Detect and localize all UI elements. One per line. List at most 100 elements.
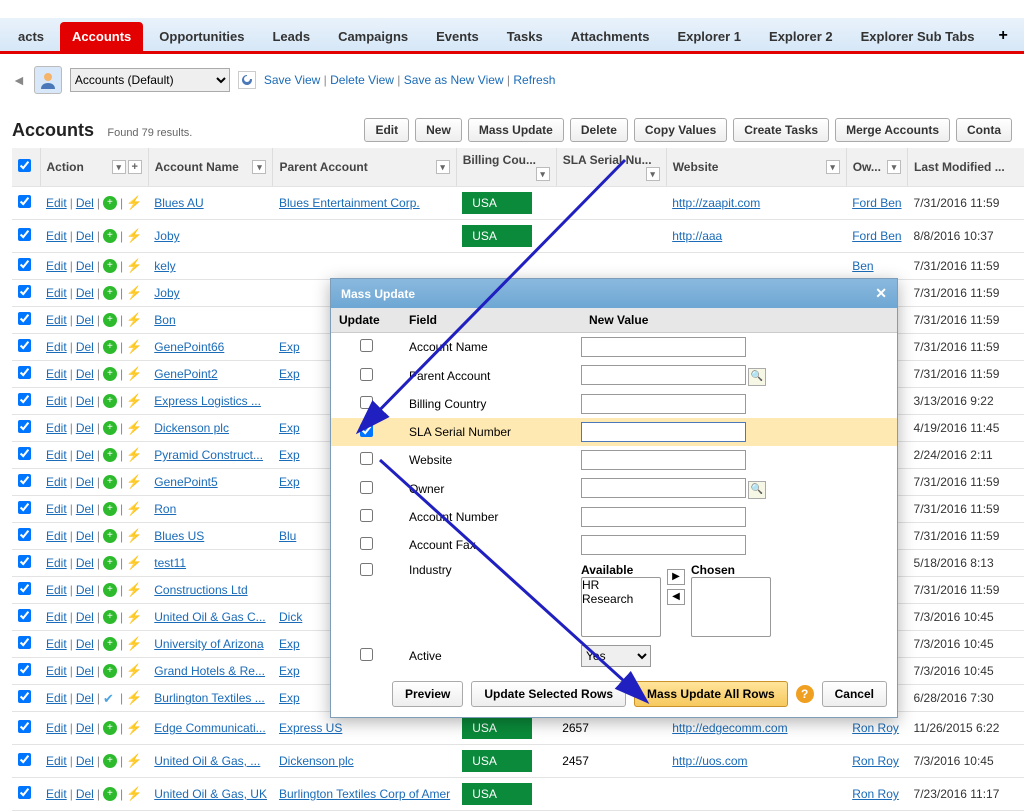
column-menu-icon[interactable]: ▾ xyxy=(436,160,450,174)
quick-action-icon[interactable]: ⚡ xyxy=(126,636,142,652)
chosen-list[interactable] xyxy=(691,577,771,637)
tab-opportunities[interactable]: Opportunities xyxy=(147,22,256,51)
delete-link[interactable]: Del xyxy=(76,340,94,354)
website-link[interactable]: http://aaa xyxy=(672,229,722,243)
account-name-link[interactable]: Ron xyxy=(154,502,176,516)
edit-link[interactable]: Edit xyxy=(46,502,67,516)
quick-action-icon[interactable]: ⚡ xyxy=(126,258,142,274)
tab-events[interactable]: Events xyxy=(424,22,491,51)
edit-link[interactable]: Edit xyxy=(46,556,67,570)
preview-button[interactable]: Preview xyxy=(392,681,463,707)
row-checkbox[interactable] xyxy=(18,753,31,766)
account-name-link[interactable]: kely xyxy=(154,259,175,273)
edit-link[interactable]: Edit xyxy=(46,394,67,408)
edit-link[interactable]: Edit xyxy=(46,229,67,243)
column-header[interactable]: Last Modified ...▾ xyxy=(908,148,1024,187)
quick-action-icon[interactable]: ⚡ xyxy=(126,474,142,490)
add-row-icon[interactable]: + xyxy=(103,448,117,462)
column-header[interactable]: Website▾ xyxy=(666,148,846,187)
delete-link[interactable]: Del xyxy=(76,637,94,651)
edit-link[interactable]: Edit xyxy=(46,286,67,300)
website-link[interactable]: http://zaapit.com xyxy=(672,196,760,210)
edit-link[interactable]: Edit xyxy=(46,664,67,678)
row-checkbox[interactable] xyxy=(18,393,31,406)
delete-link[interactable]: Del xyxy=(76,754,94,768)
add-row-icon[interactable]: + xyxy=(103,196,117,210)
column-header[interactable]: Billing Cou...▾ xyxy=(456,148,556,187)
row-checkbox[interactable] xyxy=(18,720,31,733)
add-row-icon[interactable]: ✔ xyxy=(103,691,117,705)
cancel-button[interactable]: Cancel xyxy=(822,681,887,707)
delete-link[interactable]: Del xyxy=(76,394,94,408)
add-row-icon[interactable]: + xyxy=(103,721,117,735)
quick-action-icon[interactable]: ⚡ xyxy=(126,690,142,706)
add-row-icon[interactable]: + xyxy=(103,286,117,300)
edit-link[interactable]: Edit xyxy=(46,721,67,735)
quick-action-icon[interactable]: ⚡ xyxy=(126,195,142,211)
update-checkbox[interactable] xyxy=(360,563,373,576)
available-list[interactable]: HRResearch xyxy=(581,577,661,637)
account-name-link[interactable]: Grand Hotels & Re... xyxy=(154,664,265,678)
row-checkbox[interactable] xyxy=(18,582,31,595)
quick-action-icon[interactable]: ⚡ xyxy=(126,528,142,544)
delete-link[interactable]: Del xyxy=(76,721,94,735)
row-checkbox[interactable] xyxy=(18,258,31,271)
owner-link[interactable]: Ron Roy xyxy=(852,754,899,768)
website-link[interactable]: http://uos.com xyxy=(672,754,747,768)
add-row-icon[interactable]: + xyxy=(103,229,117,243)
tab-campaigns[interactable]: Campaigns xyxy=(326,22,420,51)
delete-link[interactable]: Del xyxy=(76,664,94,678)
update-checkbox[interactable] xyxy=(360,509,373,522)
quick-action-icon[interactable]: ⚡ xyxy=(126,339,142,355)
column-header[interactable]: Action+▾ xyxy=(40,148,148,187)
create-tasks-button[interactable]: Create Tasks xyxy=(733,118,829,142)
view-link-save-as-new-view[interactable]: Save as New View xyxy=(404,73,504,87)
edit-link[interactable]: Edit xyxy=(46,610,67,624)
edit-link[interactable]: Edit xyxy=(46,637,67,651)
parent-account-link[interactable]: Exp xyxy=(279,448,300,462)
account-name-link[interactable]: Pyramid Construct... xyxy=(154,448,263,462)
add-tab-icon[interactable]: + xyxy=(991,27,1016,51)
parent-account-link[interactable]: Dickenson plc xyxy=(279,754,354,768)
tab-explorer-sub-tabs[interactable]: Explorer Sub Tabs xyxy=(849,22,987,51)
account-name-link[interactable]: United Oil & Gas, ... xyxy=(154,754,260,768)
close-icon[interactable]: ✕ xyxy=(875,285,887,302)
add-row-icon[interactable]: + xyxy=(103,367,117,381)
column-header[interactable] xyxy=(12,148,40,187)
delete-link[interactable]: Del xyxy=(76,610,94,624)
account-name-link[interactable]: GenePoint66 xyxy=(154,340,224,354)
delete-link[interactable]: Del xyxy=(76,367,94,381)
row-checkbox[interactable] xyxy=(18,474,31,487)
add-row-icon[interactable]: + xyxy=(103,610,117,624)
column-menu-icon[interactable]: ▾ xyxy=(887,160,901,174)
parent-account-link[interactable]: Dick xyxy=(279,610,302,624)
row-checkbox[interactable] xyxy=(18,312,31,325)
tab-attachments[interactable]: Attachments xyxy=(559,22,662,51)
new-value-input[interactable] xyxy=(581,365,746,385)
tab-explorer-2[interactable]: Explorer 2 xyxy=(757,22,845,51)
quick-action-icon[interactable]: ⚡ xyxy=(126,366,142,382)
add-row-icon[interactable]: + xyxy=(103,583,117,597)
select-all-checkbox[interactable] xyxy=(18,159,31,172)
move-left-icon[interactable]: ◀ xyxy=(667,589,685,605)
account-name-link[interactable]: United Oil & Gas C... xyxy=(154,610,265,624)
add-row-icon[interactable]: + xyxy=(103,664,117,678)
view-select[interactable]: Accounts (Default) xyxy=(70,68,230,92)
quick-action-icon[interactable]: ⚡ xyxy=(126,501,142,517)
add-row-icon[interactable]: + xyxy=(103,475,117,489)
move-right-icon[interactable]: ▶ xyxy=(667,569,685,585)
new-value-input[interactable] xyxy=(581,478,746,498)
account-name-link[interactable]: Blues AU xyxy=(154,196,203,210)
owner-link[interactable]: Ford Ben xyxy=(852,196,901,210)
row-checkbox[interactable] xyxy=(18,285,31,298)
account-name-link[interactable]: Bon xyxy=(154,313,175,327)
account-name-link[interactable]: University of Arizona xyxy=(154,637,263,651)
parent-account-link[interactable]: Exp xyxy=(279,340,300,354)
add-row-icon[interactable]: + xyxy=(103,502,117,516)
edit-link[interactable]: Edit xyxy=(46,583,67,597)
column-menu-icon[interactable]: ▾ xyxy=(826,160,840,174)
row-checkbox[interactable] xyxy=(18,447,31,460)
row-checkbox[interactable] xyxy=(18,555,31,568)
update-checkbox[interactable] xyxy=(360,481,373,494)
new-value-input[interactable] xyxy=(581,422,746,442)
